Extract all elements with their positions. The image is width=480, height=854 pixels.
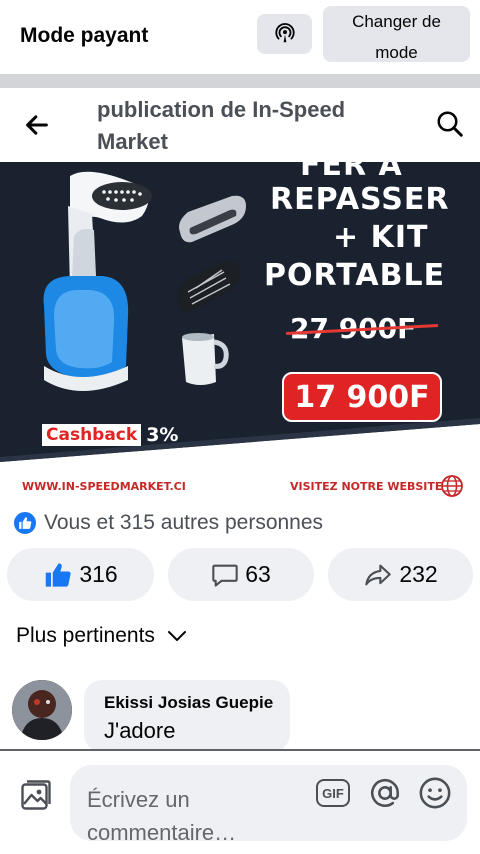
cashback-value: 3% — [146, 424, 179, 446]
promo-line-3: PORTABLE — [264, 258, 446, 293]
page-title-line-1: publication de In-Speed — [97, 97, 346, 122]
banner-website-url: WWW.IN-SPEEDMARKET.CI — [22, 480, 186, 493]
comment-input[interactable]: Écrivez un commentaire… GIF — [70, 765, 467, 845]
gif-button[interactable]: GIF — [314, 775, 352, 811]
photo-icon — [21, 780, 51, 810]
gif-label: GIF — [322, 786, 344, 801]
share-button[interactable]: 232 — [328, 548, 473, 601]
comment-author[interactable]: Ekissi Josias Guepie — [104, 693, 273, 713]
comment-count: 63 — [245, 561, 271, 587]
reactions-summary[interactable]: Vous et 315 autres personnes — [12, 510, 323, 536]
back-button[interactable] — [20, 108, 54, 142]
post-image[interactable]: FER A REPASSER + KIT PORTABLE 27 900F 17… — [0, 162, 480, 502]
banner-visit-text: VISITEZ NOTRE WEBSITE — [290, 480, 443, 493]
at-icon — [370, 778, 400, 807]
comment-input-placeholder: Écrivez un commentaire… — [87, 783, 297, 849]
mode-bar: Mode payant Changer de mode — [0, 0, 480, 74]
share-icon — [365, 564, 392, 585]
mode-title: Mode payant — [20, 24, 149, 47]
post-header: publication de In-Speed Market — [0, 88, 480, 162]
placeholder-line-2: commentaire… — [87, 820, 237, 845]
thumbs-up-icon — [46, 562, 71, 587]
smiley-icon — [419, 777, 451, 809]
comment-text: J'adore — [104, 718, 176, 743]
like-count: 316 — [79, 561, 118, 587]
like-reaction-icon — [12, 510, 38, 536]
promo-line-top: FER A — [300, 162, 403, 183]
mention-button[interactable] — [366, 775, 404, 811]
comment-button[interactable]: 63 — [168, 548, 314, 601]
page-title-line-2: Market — [97, 129, 168, 154]
cashback-label: Cashback — [42, 424, 142, 446]
comment-bubble[interactable]: Ekissi Josias Guepie J'adore — [84, 680, 290, 752]
new-price-badge: 17 900F — [282, 372, 442, 422]
reactions-summary-text: Vous et 315 autres personnes — [44, 511, 324, 534]
promo-line-1: REPASSER — [270, 182, 450, 217]
emoji-button[interactable] — [416, 775, 454, 811]
placeholder-line-1: Écrivez un — [87, 787, 190, 812]
photo-button[interactable] — [18, 777, 54, 813]
comment-sort-dropdown[interactable]: Plus pertinents — [16, 624, 187, 648]
section-divider — [0, 74, 480, 88]
steamer-image — [43, 171, 152, 391]
gif-icon: GIF — [316, 779, 350, 807]
comment-sort-label: Plus pertinents — [16, 624, 155, 647]
avatar-image — [12, 680, 72, 740]
accessory-brush-attachment — [177, 261, 240, 313]
comment-icon — [212, 564, 238, 587]
accessory-flat-attachment — [179, 195, 246, 243]
chevron-down-icon — [167, 631, 186, 641]
avatar[interactable] — [12, 680, 72, 740]
like-button[interactable]: 316 — [7, 548, 154, 601]
share-count: 232 — [399, 561, 438, 587]
promo-line-2: + KIT — [333, 220, 429, 255]
change-mode-label-2: mode — [375, 43, 418, 62]
search-button[interactable] — [432, 106, 468, 142]
broadcast-icon — [274, 23, 295, 43]
page-title: publication de In-Speed Market — [97, 94, 397, 158]
arrow-left-icon — [26, 115, 48, 135]
comment-composer: Écrivez un commentaire… GIF — [0, 751, 480, 854]
globe-icon — [441, 475, 463, 497]
change-mode-button[interactable]: Changer de mode — [323, 6, 470, 62]
change-mode-label-1: Changer de — [352, 12, 441, 31]
accessory-cup — [182, 333, 229, 385]
broadcast-button[interactable] — [257, 14, 312, 54]
search-icon — [437, 111, 463, 137]
cashback-badge: Cashback 3% — [42, 424, 178, 446]
